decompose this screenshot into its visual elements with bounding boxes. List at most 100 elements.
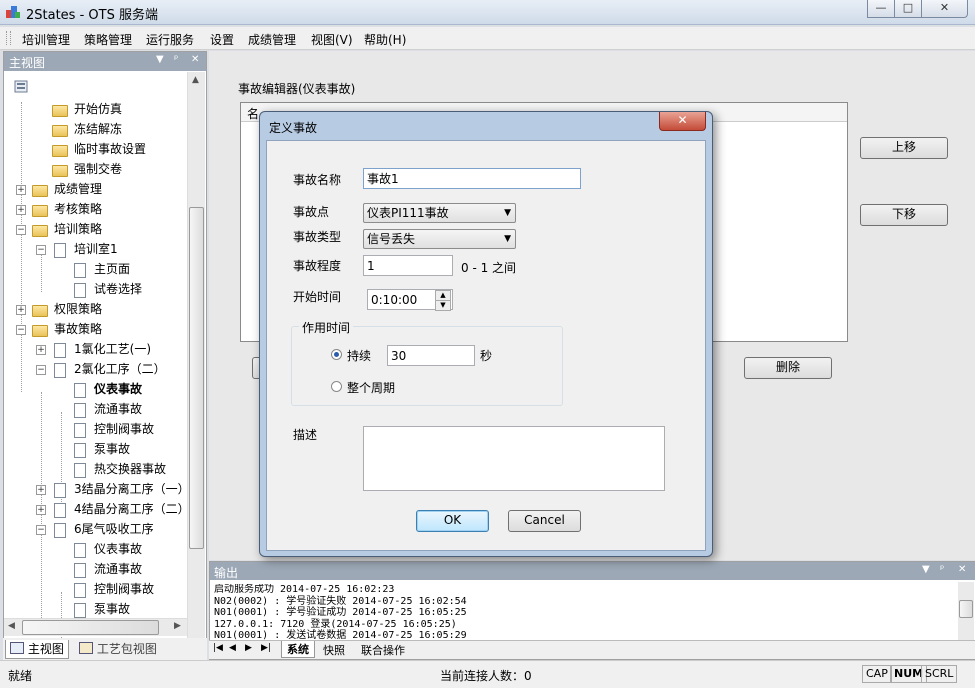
fault-degree-label: 事故程度: [293, 259, 342, 273]
minimize-button[interactable]: —: [867, 0, 895, 18]
pane-close-icon[interactable]: ✕: [191, 54, 199, 65]
log-line: 启动服务成功 2014-07-25 16:02:23: [214, 584, 395, 595]
page-icon: [74, 403, 86, 418]
tab-snapshot[interactable]: 快照: [323, 642, 345, 658]
fault-degree-input[interactable]: 1: [363, 255, 453, 276]
log-line: 127.0.0.1: 7120 登录(2014-07-25 16:05:25): [214, 618, 457, 630]
fault-name-input[interactable]: 事故1: [363, 168, 581, 189]
dialog-body: 事故名称 事故1 事故点 仪表PI111事故 ▼ 事故类型 信号丢失 ▼ 事故程度 …: [266, 140, 706, 551]
folder-open-icon: [32, 325, 48, 337]
connection-count: 当前连接人数：0: [440, 669, 532, 683]
whole-cycle-label: 整个周期: [347, 381, 396, 395]
fault-point-select[interactable]: 仪表PI111事故 ▼: [363, 203, 516, 223]
scroll-up-icon[interactable]: ▲: [192, 75, 199, 85]
tree-view: 开始仿真 冻结解冻 临时事故设置 强制交卷 + 成绩管理 + 考核策略 − 培训…: [4, 72, 187, 638]
maximize-button[interactable]: □: [894, 0, 922, 18]
page-icon: [74, 283, 86, 298]
page-icon: [54, 503, 66, 518]
page-icon: [74, 583, 86, 598]
scrl-indicator: SCRL: [921, 665, 958, 683]
window-title: 2States - OTS 服务端: [26, 8, 158, 23]
log-line: N01(0001) : 发送试卷数据 2014-07-25 16:05:29: [214, 630, 467, 640]
spin-down-icon[interactable]: ▼: [435, 300, 451, 311]
column-header-name[interactable]: 名: [247, 105, 259, 122]
fault-degree-hint: 0 - 1 之间: [461, 261, 517, 275]
pane-dropdown-icon[interactable]: ▼: [156, 54, 164, 65]
fault-type-select[interactable]: 信号丢失 ▼: [363, 229, 516, 249]
last-tab-icon[interactable]: ▶|: [261, 643, 271, 653]
collapse-icon[interactable]: −: [16, 325, 26, 335]
expand-icon[interactable]: +: [16, 205, 26, 215]
dialog-title: 定义事故: [269, 121, 318, 135]
duration-group-label: 作用时间: [299, 319, 354, 336]
menu-strategy[interactable]: 策略管理: [84, 31, 132, 48]
tab-system[interactable]: 系统: [281, 641, 315, 658]
hscroll-thumb[interactable]: [22, 620, 159, 635]
collapse-icon[interactable]: −: [36, 525, 46, 535]
folder-icon: [52, 105, 68, 117]
menu-help[interactable]: 帮助(H): [364, 31, 406, 48]
output-dropdown-icon[interactable]: ▼: [922, 564, 930, 575]
whole-cycle-radio[interactable]: [331, 381, 342, 392]
tab-process-package-view[interactable]: 工艺包视图: [75, 640, 161, 658]
output-scroll-thumb[interactable]: [959, 600, 973, 618]
output-close-icon[interactable]: ✕: [958, 564, 966, 575]
package-icon: [79, 642, 93, 654]
menu-settings[interactable]: 设置: [210, 31, 234, 48]
expand-icon[interactable]: +: [36, 485, 46, 495]
menu-run-service[interactable]: 运行服务: [146, 31, 194, 48]
collapse-icon[interactable]: −: [16, 225, 26, 235]
prev-tab-icon[interactable]: ◀: [229, 643, 236, 653]
left-pane-tabs: 主视图 工艺包视图: [3, 638, 207, 660]
move-down-button[interactable]: 下移: [860, 204, 948, 226]
duration-radio[interactable]: [331, 349, 342, 360]
output-scrollbar[interactable]: [958, 582, 974, 640]
dropdown-arrow-icon: ▼: [504, 234, 511, 244]
page-icon: [74, 463, 86, 478]
page-icon: [54, 483, 66, 498]
fault-type-label: 事故类型: [293, 230, 342, 244]
expand-icon[interactable]: +: [16, 185, 26, 195]
description-textarea[interactable]: [363, 426, 665, 491]
start-time-input[interactable]: 0:10:00 ▲ ▼: [367, 289, 453, 311]
first-tab-icon[interactable]: |◀: [213, 643, 223, 653]
close-button[interactable]: ✕: [921, 0, 968, 18]
dialog-close-button[interactable]: ✕: [659, 112, 706, 131]
collapse-icon[interactable]: −: [36, 245, 46, 255]
page-icon: [54, 243, 66, 258]
menu-scores[interactable]: 成绩管理: [248, 31, 296, 48]
menu-bar: 培训管理 策略管理 运行服务 设置 成绩管理 视图(V) 帮助(H): [0, 27, 975, 50]
scroll-left-icon[interactable]: ◀: [8, 621, 15, 631]
move-up-button[interactable]: 上移: [860, 137, 948, 159]
menu-training[interactable]: 培训管理: [22, 31, 70, 48]
fault-name-label: 事故名称: [293, 173, 342, 187]
status-bar: 就绪 当前连接人数：0 CAP NUM SCRL: [0, 660, 975, 688]
cap-indicator: CAP: [862, 665, 892, 683]
folder-icon: [52, 125, 68, 137]
collapse-icon[interactable]: −: [36, 365, 46, 375]
next-tab-icon[interactable]: ▶: [245, 643, 252, 653]
main-view-pane: 主视图 ▼ ᵖ ✕ 开始仿真 冻结解冻 临时事故设置 强制交卷 + 成绩管理 +…: [3, 51, 207, 661]
scroll-thumb[interactable]: [189, 207, 204, 549]
expand-icon[interactable]: +: [36, 345, 46, 355]
fault-point-label: 事故点: [293, 205, 330, 219]
start-time-label: 开始时间: [293, 290, 342, 304]
fault-editor-label: 事故编辑器(仪表事故): [238, 82, 356, 96]
tree-horizontal-scrollbar[interactable]: ◀ ▶: [4, 618, 187, 636]
output-pin-icon[interactable]: ᵖ: [940, 564, 944, 575]
menu-view[interactable]: 视图(V): [311, 31, 353, 48]
cancel-button[interactable]: Cancel: [508, 510, 581, 532]
ok-button[interactable]: OK: [416, 510, 489, 532]
duration-input[interactable]: 30: [387, 345, 475, 366]
tree-vertical-scrollbar[interactable]: ▲: [187, 72, 205, 648]
folder-icon: [52, 165, 68, 177]
expand-icon[interactable]: +: [16, 305, 26, 315]
scroll-right-icon[interactable]: ▶: [174, 621, 181, 631]
pin-icon[interactable]: ᵖ: [174, 54, 178, 65]
output-header: 输出 ▼ ᵖ ✕: [210, 562, 975, 580]
tab-joint-operation[interactable]: 联合操作: [361, 642, 405, 658]
expand-icon[interactable]: +: [36, 505, 46, 515]
tab-main-view[interactable]: 主视图: [5, 640, 69, 659]
duration-groupbox: [291, 326, 563, 406]
delete-button[interactable]: 删除: [744, 357, 832, 379]
